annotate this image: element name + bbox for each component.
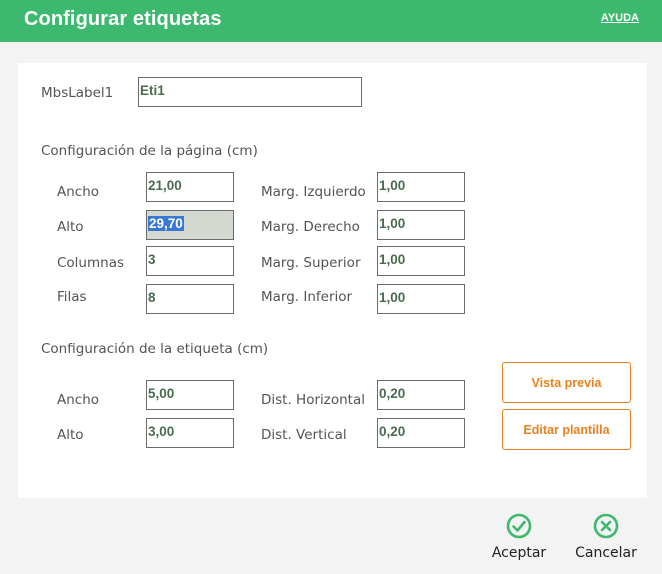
cancel-label: Cancelar <box>575 545 637 561</box>
accept-label: Aceptar <box>491 545 547 561</box>
page-alto-selected-text: 29,70 <box>148 216 184 231</box>
cancel-button[interactable]: Cancelar <box>574 513 638 561</box>
accept-button[interactable]: Aceptar <box>490 513 548 561</box>
preview-button[interactable]: Vista previa <box>502 362 631 403</box>
page-alto-label: Alto <box>57 219 84 235</box>
label-ancho-input[interactable]: 5,00 <box>146 380 234 410</box>
edit-template-button[interactable]: Editar plantilla <box>502 409 631 450</box>
marg-superior-label: Marg. Superior <box>261 255 361 271</box>
page-title: Configurar etiquetas <box>24 8 222 30</box>
label-alto-label: Alto <box>57 427 84 443</box>
marg-derecho-input[interactable]: 1,00 <box>377 210 465 240</box>
page-alto-input[interactable]: 29,70 <box>146 210 234 240</box>
marg-izquierdo-label: Marg. Izquierdo <box>261 184 366 200</box>
page-filas-input[interactable]: 8 <box>146 284 234 314</box>
page-columnas-label: Columnas <box>57 255 125 271</box>
label-name-label: MbsLabel1 <box>41 85 114 101</box>
page-ancho-input[interactable]: 21,00 <box>146 172 234 202</box>
label-name-input[interactable]: Eti1 <box>138 77 362 107</box>
label-ancho-label: Ancho <box>57 392 100 408</box>
x-circle-icon <box>593 513 619 539</box>
label-section-title: Configuración de la etiqueta (cm) <box>41 341 269 357</box>
marg-inferior-label: Marg. Inferior <box>261 289 353 305</box>
marg-superior-input[interactable]: 1,00 <box>377 246 465 276</box>
marg-izquierdo-input[interactable]: 1,00 <box>377 172 465 202</box>
dist-horizontal-label: Dist. Horizontal <box>261 392 365 408</box>
marg-inferior-input[interactable]: 1,00 <box>377 284 465 314</box>
label-alto-input[interactable]: 3,00 <box>146 418 234 448</box>
marg-derecho-label: Marg. Derecho <box>261 219 360 235</box>
page-filas-label: Filas <box>57 289 87 305</box>
check-circle-icon <box>506 513 532 539</box>
page-ancho-label: Ancho <box>57 184 100 200</box>
help-link[interactable]: AYUDA <box>601 12 639 24</box>
dist-horizontal-input[interactable]: 0,20 <box>377 380 465 410</box>
dist-vertical-label: Dist. Vertical <box>261 427 347 443</box>
page-section-title: Configuración de la página (cm) <box>41 143 258 159</box>
header-bar: Configurar etiquetas AYUDA <box>0 0 662 42</box>
dist-vertical-input[interactable]: 0,20 <box>377 418 465 448</box>
page-columnas-input[interactable]: 3 <box>146 246 234 276</box>
